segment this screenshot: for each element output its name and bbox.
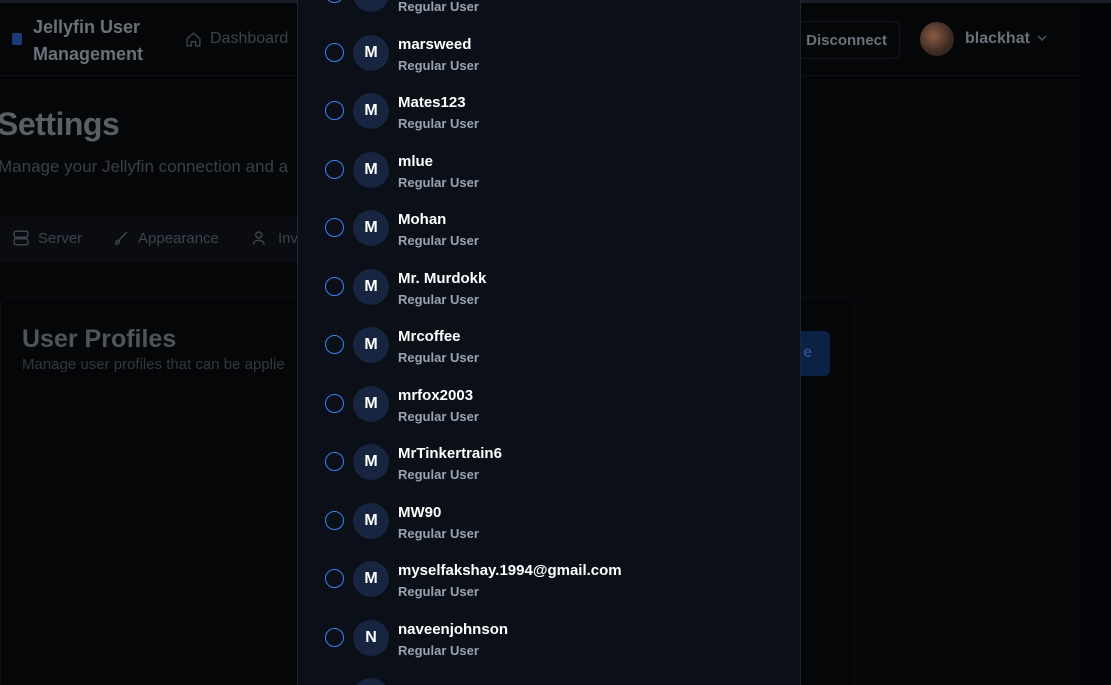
settings-tabs: Server Appearance Inv [0,216,310,262]
avatar[interactable] [920,22,954,56]
list-item[interactable]: M marsweed Regular User [298,0,800,73]
list-item[interactable]: M MW90 Regular User [298,468,800,541]
user-name: Mrcoffee [398,328,461,345]
tab-server-label: Server [38,229,83,247]
app-title: Jellyfin User Management [33,17,144,64]
disconnect-button[interactable]: Disconnect [790,21,900,59]
user-name: mlue [398,153,434,170]
list-item[interactable] [298,643,800,685]
users-icon [252,231,265,245]
list-item[interactable]: M Mates123 Regular User [298,58,800,131]
user-profiles-description: Manage user profiles that can be applie [22,356,285,373]
list-item[interactable]: M Mrcoffee Regular User [298,292,800,365]
list-item[interactable]: M Mohan Regular User [298,175,800,248]
user-select-list[interactable]: Regular User M marsweed Regular User M M… [297,0,801,685]
server-icon [13,230,29,246]
user-profiles-title: User Profiles [22,325,177,353]
nav-dashboard-label: Dashboard [210,30,289,47]
list-item[interactable]: N naveenjohnson Regular User [298,585,800,658]
tab-invites[interactable]: Inv [252,229,298,247]
list-item[interactable]: M MrTinkertrain6 Regular User [298,409,800,482]
chevron-down-icon[interactable] [1036,32,1048,44]
list-item[interactable]: M mlue Regular User [298,117,800,190]
list-item[interactable]: M myselfakshay.1994@gmail.com Regular Us… [298,526,800,599]
list-item[interactable]: M mrfox2003 Regular User [298,351,800,424]
user-name: MW90 [398,504,442,521]
brush-icon [114,231,128,245]
home-icon [186,31,201,47]
tab-appearance-label: Appearance [138,229,219,247]
user-name: marsweed [398,36,472,53]
user-name: mrfox2003 [398,387,474,404]
nav-dashboard-link[interactable]: Dashboard [185,30,288,48]
user-initial-avatar [353,678,389,685]
user-name: Mates123 [398,94,466,111]
page-scrollbar[interactable] [1080,0,1111,685]
tab-server[interactable]: Server [12,229,82,247]
page-title: Settings [0,106,120,142]
jellyfin-logo-icon [12,33,22,45]
user-name: Mr. Murdokk [398,270,487,287]
user-name: Mohan [398,211,447,228]
tab-invites-label: Inv [278,229,299,247]
user-name: naveenjohnson [398,621,509,638]
page-subtitle: Manage your Jellyfin connection and a [0,157,289,176]
user-name: MrTinkertrain6 [398,445,502,462]
user-name: myselfakshay.1994@gmail.com [398,562,622,579]
tab-appearance[interactable]: Appearance [112,229,219,247]
list-item[interactable]: M Mr. Murdokk Regular User [298,234,800,307]
username-label[interactable]: blackhat [965,30,1030,48]
